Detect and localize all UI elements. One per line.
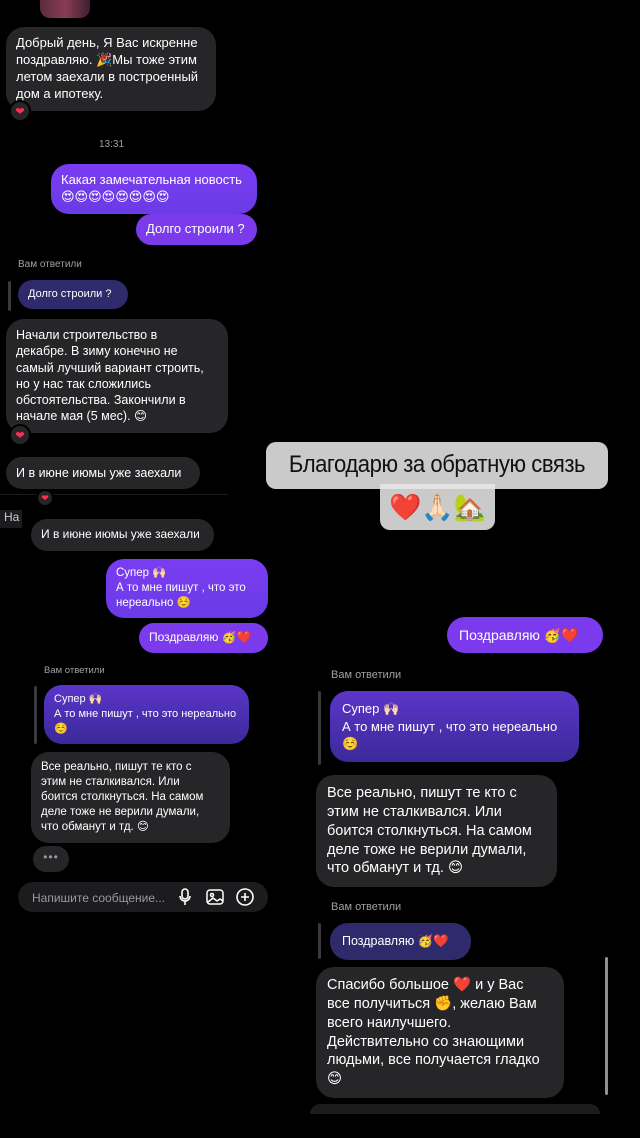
quoted-message[interactable]: Долго строили ?	[18, 280, 128, 309]
message-input[interactable]: Напишите сообщение...	[32, 891, 165, 905]
typing-indicator: •••	[33, 846, 69, 872]
replied-label: Вам ответили	[18, 259, 82, 270]
message-real[interactable]: Все реально, пишут те кто с этим не стал…	[31, 752, 230, 843]
quoted-message[interactable]: Супер 🙌🏻 А то мне пишут , что это нереал…	[44, 685, 249, 744]
quote-bar	[8, 281, 11, 311]
message-greeting[interactable]: Добрый день, Я Вас искренне поздравляю. …	[6, 27, 216, 111]
avatar-image-fragment	[40, 0, 90, 18]
quote-bar	[318, 923, 321, 959]
gallery-icon[interactable]	[206, 889, 224, 910]
add-icon[interactable]	[236, 888, 254, 911]
message-june-duplicate[interactable]: И в июне июмы уже заехали	[31, 519, 214, 551]
replied-label: Вам ответили	[44, 665, 105, 676]
bottom-edge-bubble	[310, 1104, 600, 1114]
quoted-message[interactable]: Супер 🙌🏻 А то мне пишут , что это нереал…	[330, 691, 579, 762]
quote-bar	[318, 691, 321, 765]
message-great-news[interactable]: Какая замечательная новость 😍😍😍😍😍😍😍😍	[51, 164, 257, 214]
card-title: Благодарю за обратную связь	[288, 451, 586, 478]
message-how-long[interactable]: Долго строили ?	[136, 214, 257, 245]
message-congrats[interactable]: Поздравляю 🥳❤️	[139, 623, 268, 653]
replied-label: Вам ответили	[331, 669, 402, 681]
message-congrats[interactable]: Поздравляю 🥳❤️	[447, 617, 603, 654]
side-fragment-text: На	[0, 510, 22, 528]
message-real[interactable]: Все реально, пишут те кто с этим не стал…	[316, 775, 557, 888]
heart-reaction-icon[interactable]: ❤	[9, 424, 31, 446]
composer-bar[interactable]: Напишите сообщение...	[18, 882, 268, 912]
quoted-message[interactable]: Поздравляю 🥳❤️	[330, 923, 471, 960]
scrollbar[interactable]	[605, 957, 608, 1095]
message-thanks[interactable]: Спасибо большое ❤️ и у Вас все получитьс…	[316, 967, 564, 1099]
thanks-card: Благодарю за обратную связь	[266, 442, 608, 489]
timestamp: 13:31	[99, 139, 125, 150]
message-super[interactable]: Супер 🙌🏻 А то мне пишут , что это нереал…	[106, 559, 268, 618]
divider	[0, 494, 228, 495]
message-june[interactable]: И в июне июмы уже заехали	[6, 457, 200, 490]
replied-label: Вам ответили	[331, 901, 402, 913]
mic-icon[interactable]	[178, 888, 192, 911]
quote-bar	[34, 686, 37, 744]
card-emojis: ❤️🙏🏻🏡	[380, 484, 495, 530]
heart-reaction-icon[interactable]: ❤	[36, 489, 54, 507]
heart-reaction-icon[interactable]: ❤	[9, 100, 31, 122]
message-started-building[interactable]: Начали строительство в декабре. В зиму к…	[6, 319, 228, 433]
